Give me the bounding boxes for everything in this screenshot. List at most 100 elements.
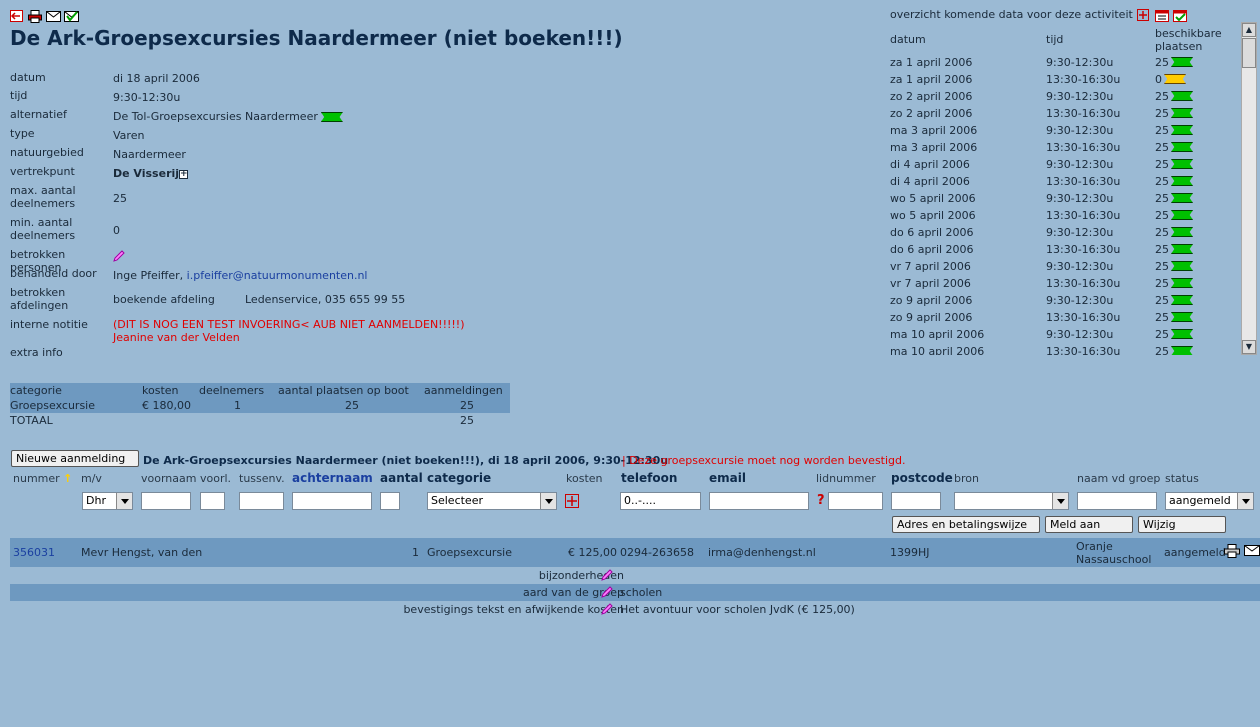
- naam-groep-input[interactable]: [1077, 492, 1157, 510]
- scroll-thumb[interactable]: [1242, 38, 1256, 68]
- overview-datum: ma 3 april 2006: [890, 124, 978, 137]
- ticket-icon[interactable]: [1171, 312, 1193, 322]
- print-icon[interactable]: [1224, 544, 1240, 561]
- overview-scrollbar[interactable]: ▲ ▼: [1241, 22, 1257, 355]
- col-nummer-label[interactable]: nummer: [13, 472, 60, 485]
- achternaam-input[interactable]: [292, 492, 372, 510]
- overview-plaatsen: 25: [1155, 260, 1169, 273]
- mail-icon[interactable]: [46, 10, 61, 23]
- mv-select-value: Dhr: [86, 494, 106, 507]
- sort-up-icon[interactable]: ↑: [63, 472, 72, 485]
- calendar-icon[interactable]: [1154, 9, 1170, 22]
- overview-tijd: 9:30-12:30u: [1046, 158, 1114, 171]
- behandelaar-email-link[interactable]: i.pfeiffer@natuurmonumenten.nl: [187, 269, 368, 282]
- expand-icon[interactable]: +: [179, 169, 189, 179]
- overview-row: vr 7 april 2006 13:30-16:30u 25: [890, 275, 1240, 292]
- overview-plaatsen: 25: [1155, 209, 1169, 222]
- voornaam-input[interactable]: [141, 492, 191, 510]
- print-icon[interactable]: [28, 10, 43, 23]
- overview-row: zo 2 april 2006 9:30-12:30u 25: [890, 88, 1240, 105]
- register-button[interactable]: Meld aan: [1045, 516, 1133, 533]
- overview-tijd: 13:30-16:30u: [1046, 141, 1121, 154]
- ticket-icon[interactable]: [1171, 91, 1193, 101]
- ticket-icon[interactable]: [1171, 261, 1193, 271]
- scroll-up-button[interactable]: ▲: [1242, 23, 1256, 37]
- col-achternaam[interactable]: achternaam: [292, 472, 373, 485]
- overview-row: do 6 april 2006 13:30-16:30u 25: [890, 241, 1240, 258]
- lidnummer-input[interactable]: [828, 492, 883, 510]
- overview-col-plaatsen-1: beschikbare: [1155, 27, 1222, 40]
- overview-plaatsen: 25: [1155, 294, 1169, 307]
- bron-select[interactable]: [954, 492, 1069, 510]
- pencil-icon[interactable]: [113, 250, 125, 262]
- label-max-1: max. aantal: [10, 184, 76, 197]
- mv-select[interactable]: Dhr: [82, 492, 133, 510]
- registration-groep-2: Nassauschool: [1076, 553, 1152, 566]
- col-nummer[interactable]: nummer ↑: [13, 472, 72, 485]
- col-categorie: categorie: [427, 471, 492, 485]
- postcode-input[interactable]: [891, 492, 941, 510]
- ticket-icon[interactable]: [1164, 74, 1186, 84]
- overview-datum: ma 10 april 2006: [890, 345, 985, 355]
- label-vertrekpunt: vertrekpunt: [10, 165, 75, 178]
- summary-cell: 25: [460, 399, 474, 412]
- ticket-icon[interactable]: [1171, 176, 1193, 186]
- col-voorl: voorl.: [200, 472, 232, 485]
- status-select[interactable]: aangemeld: [1165, 492, 1254, 510]
- mail-icon[interactable]: [1244, 544, 1260, 560]
- ticket-icon[interactable]: [1171, 108, 1193, 118]
- mail-check-icon[interactable]: [64, 10, 79, 23]
- ticket-icon[interactable]: [1171, 346, 1193, 355]
- alternatief-text[interactable]: De Tol-Groepsexcursies Naardermeer: [113, 110, 318, 123]
- registration-name: Mevr Hengst, van den: [81, 546, 203, 559]
- add-date-icon[interactable]: [1136, 8, 1151, 22]
- help-icon[interactable]: ?: [817, 493, 825, 508]
- ticket-icon[interactable]: [1171, 244, 1193, 254]
- overview-plaatsen: 25: [1155, 345, 1169, 355]
- registration-number-link[interactable]: 356031: [13, 546, 55, 559]
- ticket-icon[interactable]: [1171, 159, 1193, 169]
- ticket-icon[interactable]: [1171, 57, 1193, 67]
- new-registration-button[interactable]: Nieuwe aanmelding: [11, 450, 139, 467]
- email-input[interactable]: [709, 492, 809, 510]
- summary-table: categorie kosten deelnemers aantal plaat…: [10, 383, 510, 428]
- aantal-input[interactable]: [380, 492, 400, 510]
- back-icon[interactable]: [10, 10, 25, 23]
- overview-datum: vr 7 april 2006: [890, 260, 971, 273]
- overview-list[interactable]: za 1 april 2006 9:30-12:30u 25 za 1 april 2…: [890, 54, 1240, 355]
- chevron-down-icon: [1242, 499, 1250, 504]
- ticket-icon[interactable]: [1171, 329, 1193, 339]
- telefoon-input[interactable]: 0..-....: [620, 492, 701, 510]
- overview-tijd: 9:30-12:30u: [1046, 124, 1114, 137]
- scroll-down-button[interactable]: ▼: [1242, 340, 1256, 354]
- ticket-icon[interactable]: [1171, 142, 1193, 152]
- edit-personen-button[interactable]: [113, 249, 125, 262]
- ticket-icon[interactable]: [1171, 227, 1193, 237]
- tussenv-input[interactable]: [239, 492, 284, 510]
- label-behandeld-door: behandeld door: [10, 267, 97, 280]
- overview-datum: ma 3 april 2006: [890, 141, 978, 154]
- ticket-icon[interactable]: [1171, 125, 1193, 135]
- pencil-icon[interactable]: [601, 603, 613, 620]
- ticket-icon[interactable]: [1171, 193, 1193, 203]
- categorie-select[interactable]: Selecteer: [427, 492, 557, 510]
- top-toolbar: [10, 10, 79, 23]
- ticket-icon[interactable]: [1171, 295, 1193, 305]
- overview-col-tijd: tijd: [1046, 33, 1064, 46]
- activity-info-title: De Ark-Groepsexcursies Naardermeer (niet…: [143, 454, 669, 467]
- overview-datum: do 6 april 2006: [890, 226, 974, 239]
- overview-plaatsen: 25: [1155, 90, 1169, 103]
- address-payment-button[interactable]: Adres en betalingswijze: [892, 516, 1040, 533]
- ticket-icon[interactable]: [1171, 278, 1193, 288]
- edit-button[interactable]: Wijzig: [1138, 516, 1226, 533]
- ticket-icon[interactable]: [1171, 210, 1193, 220]
- summary-total-value: 25: [460, 414, 474, 427]
- overview-plaatsen: 25: [1155, 328, 1169, 341]
- value-max: 25: [113, 192, 127, 205]
- overview-row: di 4 april 2006 13:30-16:30u 25: [890, 173, 1240, 190]
- extra-value: scholen: [620, 586, 663, 599]
- extra-row-bevestiging: bevestigings tekst en afwijkende kosten …: [10, 601, 1260, 618]
- calendar-check-icon[interactable]: [1173, 9, 1188, 22]
- add-category-icon[interactable]: [565, 494, 579, 511]
- voorl-input[interactable]: [200, 492, 225, 510]
